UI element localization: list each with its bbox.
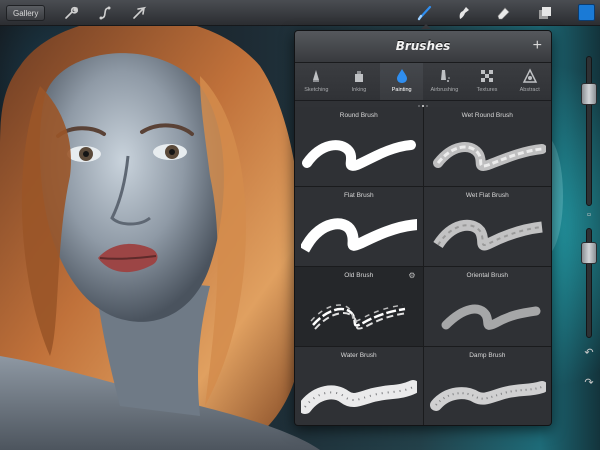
brush-wet-round[interactable]: Wet Round Brush xyxy=(423,107,551,186)
brush-water[interactable]: Water Brush xyxy=(295,347,423,425)
layers-icon[interactable] xyxy=(536,4,554,22)
arrow-icon[interactable] xyxy=(130,4,148,22)
brush-categories: Sketching Inking Painting Airbrushing Te… xyxy=(295,63,551,101)
stroke-preview xyxy=(432,219,543,251)
color-swatch[interactable] xyxy=(578,4,595,21)
abstract-icon xyxy=(522,68,537,83)
ink-icon xyxy=(355,71,363,82)
brush-size-thumb[interactable] xyxy=(581,82,597,105)
stroke-preview xyxy=(301,380,417,414)
eraser-icon[interactable] xyxy=(494,4,512,22)
drop-icon xyxy=(396,69,407,83)
square-button[interactable]: ▫ xyxy=(582,208,596,222)
brushes-panel: Brushes + Sketching Inking Painting Airb… xyxy=(294,30,552,426)
curve-icon[interactable] xyxy=(96,4,114,22)
right-sidebar: ▫ ↶ ↷ xyxy=(578,56,600,426)
panel-title: Brushes xyxy=(395,39,451,53)
tab-sketching[interactable]: Sketching xyxy=(295,63,338,100)
tab-abstract[interactable]: Abstract xyxy=(508,63,551,100)
gallery-button[interactable]: Gallery xyxy=(6,5,46,21)
tab-airbrushing[interactable]: Airbrushing xyxy=(423,63,466,100)
stroke-preview xyxy=(301,218,417,253)
add-brush-button[interactable]: + xyxy=(533,37,542,55)
panel-header: Brushes + xyxy=(295,31,551,63)
top-toolbar: Gallery xyxy=(0,0,600,29)
brush-old[interactable]: Old Brush ⚙ xyxy=(295,267,423,346)
stroke-preview xyxy=(441,304,540,330)
tab-painting[interactable]: Painting xyxy=(380,63,424,100)
brush-flat[interactable]: Flat Brush xyxy=(295,187,423,266)
smudge-icon[interactable] xyxy=(454,4,472,22)
brush-size-slider[interactable] xyxy=(581,56,597,206)
brush-oriental[interactable]: Oriental Brush xyxy=(423,267,551,346)
brush-wet-flat[interactable]: Wet Flat Brush xyxy=(423,187,551,266)
tab-textures[interactable]: Textures xyxy=(466,63,509,100)
stroke-preview xyxy=(310,304,408,330)
brush-grid: Round Brush Wet Round Brush Flat Brush W… xyxy=(295,107,551,425)
airbrush-icon xyxy=(441,70,451,82)
gear-icon[interactable]: ⚙ xyxy=(408,271,415,280)
brush-icon[interactable] xyxy=(416,4,434,29)
stroke-preview xyxy=(432,142,546,171)
pencil-icon xyxy=(313,70,320,82)
wrench-icon[interactable] xyxy=(62,4,80,22)
opacity-slider[interactable] xyxy=(581,228,597,338)
stroke-preview xyxy=(302,140,416,171)
opacity-thumb[interactable] xyxy=(581,242,597,265)
texture-icon xyxy=(481,70,494,82)
brush-round[interactable]: Round Brush xyxy=(295,107,423,186)
undo-button[interactable]: ↶ xyxy=(582,346,596,360)
brush-damp[interactable]: Damp Brush xyxy=(423,347,551,425)
tab-inking[interactable]: Inking xyxy=(338,63,381,100)
stroke-preview xyxy=(429,381,546,411)
redo-button[interactable]: ↷ xyxy=(582,376,596,390)
